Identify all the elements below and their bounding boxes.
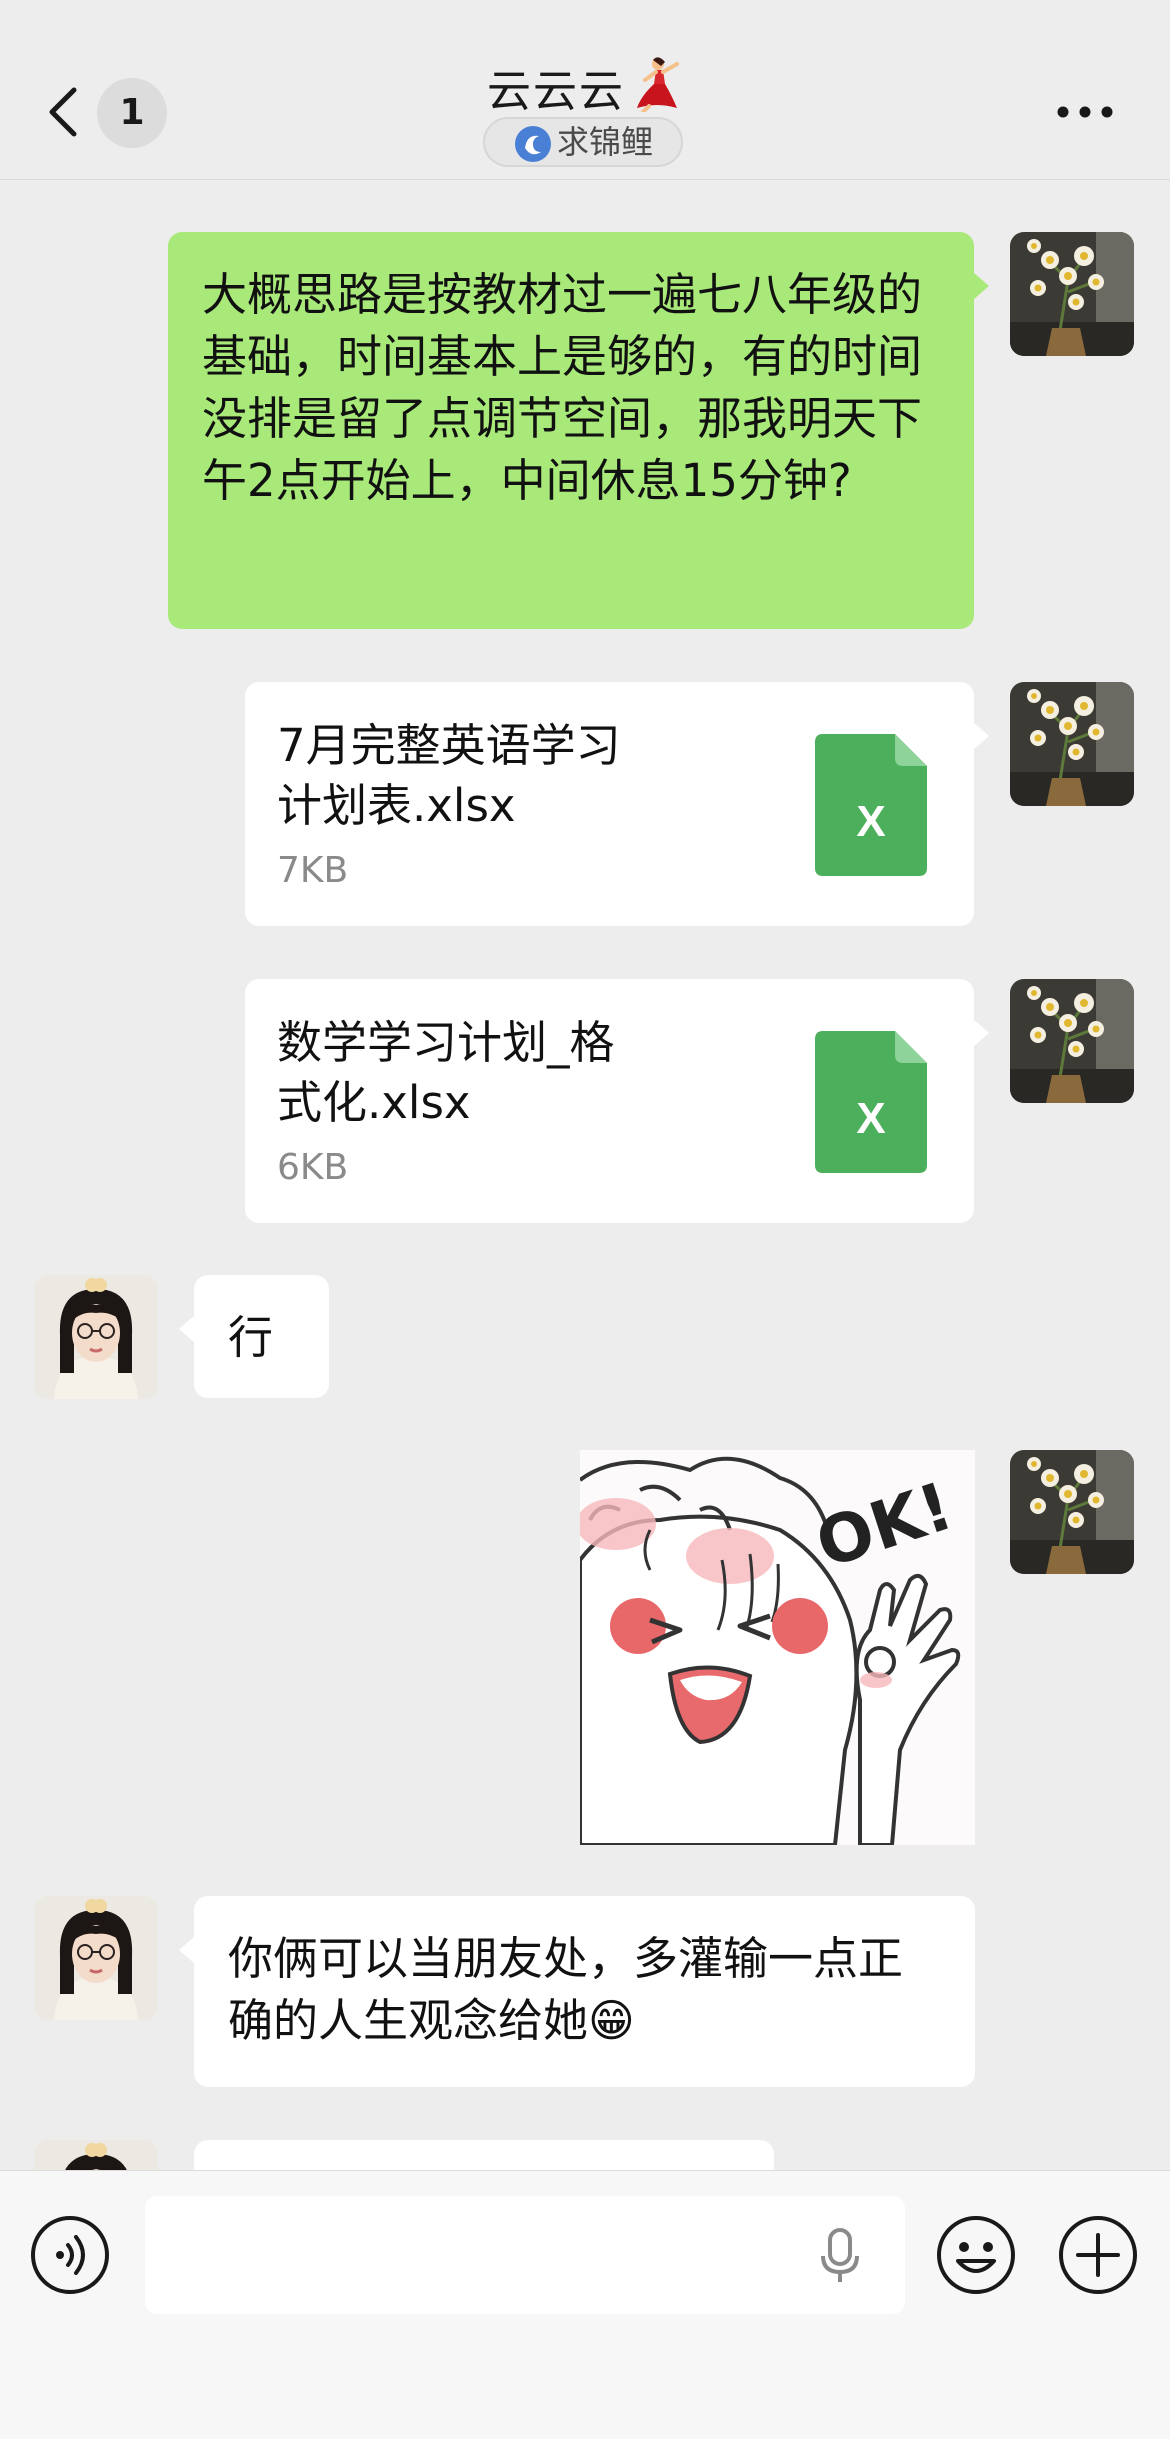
outgoing-message-bubble[interactable]: 大概思路是按教材过一遍七八年级的基础，时间基本上是够的，有的时间没排是留了点调节… [168,232,989,629]
emoji-button[interactable] [936,2215,1016,2295]
message-text: 行 [228,1311,274,1364]
more-dots-icon[interactable] [1055,100,1115,124]
chat-title: 云云云 [487,66,625,117]
message-text: 你俩可以当朋友处，多灌输一点正确的人生观念给她😁 [228,1932,904,2047]
file-size: 6KB [277,1147,349,1188]
incoming-message-bubble[interactable]: 行 [179,1275,329,1398]
message-input[interactable] [145,2196,905,2314]
status-badge[interactable]: 求锦鲤 [483,117,683,167]
incoming-message-bubble[interactable]: 你俩可以当朋友处，多灌输一点正确的人生观念给她😁 [179,1896,975,2087]
self-avatar[interactable] [1010,979,1134,1103]
sticker-drawing: OK! [580,1450,975,1845]
dancer-emoji-icon [637,57,679,112]
chat-title-area[interactable]: 云云云 [0,56,1170,120]
file-message-card[interactable]: 7月完整英语学习计划表.xlsx 7KB X [245,682,989,926]
self-avatar[interactable] [1010,682,1134,806]
plus-icon [1059,2216,1137,2294]
chat-header: 1 云云云 求锦鲤 [0,0,1170,180]
contact-avatar[interactable] [34,1275,158,1399]
microphone-icon[interactable] [815,2226,865,2286]
message-text: 大概思路是按教材过一遍七八年级的基础，时间基本上是够的，有的时间没排是留了点调节… [202,268,923,507]
contact-avatar[interactable] [34,1896,158,2020]
chat-input-bar [0,2170,1170,2439]
self-avatar[interactable] [1010,232,1134,356]
ok-sticker[interactable]: OK! [580,1450,975,1845]
status-swirl-icon [514,125,551,162]
excel-file-icon: X [815,734,927,876]
excel-file-letter: X [856,797,885,846]
voice-mode-icon [31,2216,109,2294]
self-avatar[interactable] [1010,1450,1134,1574]
emoji-icon [937,2216,1015,2294]
voice-mode-button[interactable] [30,2215,110,2295]
excel-file-letter: X [856,1094,885,1143]
more-actions-button[interactable] [1058,2215,1138,2295]
status-label: 求锦鲤 [556,123,653,161]
excel-file-icon: X [815,1031,927,1173]
file-name: 7月完整英语学习计划表.xlsx [277,719,621,832]
file-size: 7KB [277,850,349,891]
file-message-card[interactable]: 数学学习计划_格式化.xlsx 6KB X [245,979,989,1223]
file-name: 数学学习计划_格式化.xlsx [277,1016,615,1129]
